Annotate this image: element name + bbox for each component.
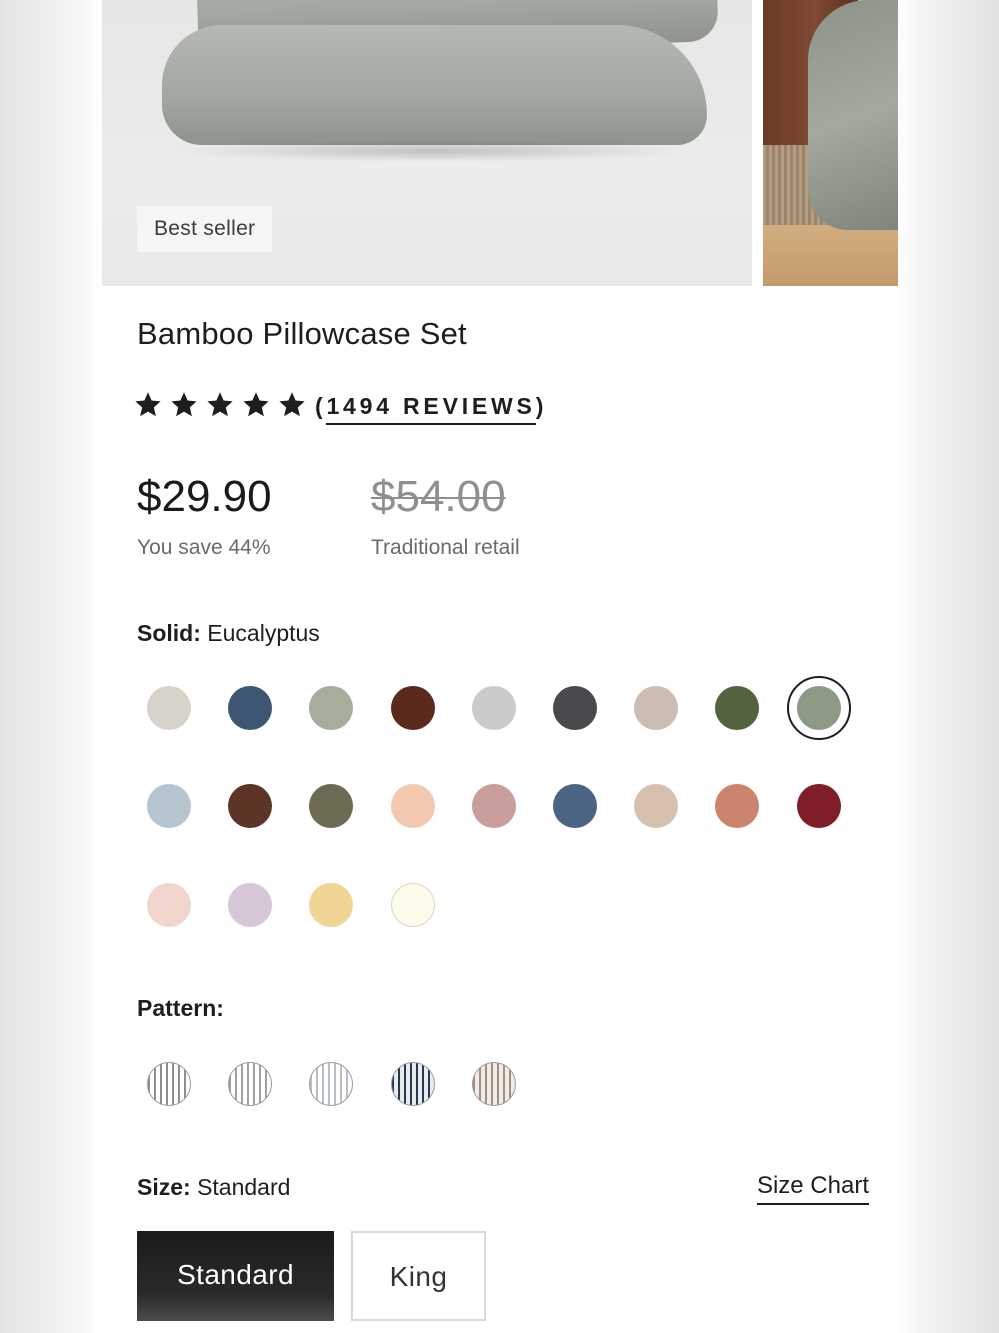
reviews-open-paren: ( [315, 392, 327, 419]
sale-price: $29.90 [137, 472, 272, 521]
color-swatch[interactable] [147, 883, 191, 927]
color-swatch[interactable] [228, 686, 273, 730]
pattern-swatch[interactable] [228, 1062, 273, 1106]
color-swatch[interactable] [228, 784, 273, 828]
product-image-2[interactable] [763, 0, 898, 286]
selected-size-name: Standard [197, 1174, 291, 1200]
selected-color-name: Eucalyptus [207, 620, 320, 646]
pillow-shadow [172, 140, 692, 162]
pattern-label-key: Pattern: [137, 995, 224, 1021]
product-page: Best seller Bamboo Pillowcase Set (1494 … [102, 0, 898, 1333]
size-chart-link[interactable]: Size Chart [756, 1172, 869, 1205]
pattern-label: Pattern: [137, 995, 224, 1022]
star-icon [205, 388, 241, 424]
pattern-swatch[interactable] [471, 1062, 516, 1106]
solid-label-key: Solid: [137, 620, 201, 646]
original-price-label: Traditional retail [371, 536, 520, 559]
color-swatch[interactable] [147, 784, 191, 828]
color-swatch[interactable] [390, 686, 435, 730]
duvet-shape [808, 0, 898, 230]
size-option-king[interactable]: King [351, 1231, 486, 1321]
star-icon [133, 388, 169, 424]
star-icon [241, 388, 277, 424]
color-swatch[interactable] [309, 686, 354, 730]
star-icon [169, 388, 205, 424]
size-label: Size: Standard [137, 1174, 290, 1201]
solid-color-label: Solid: Eucalyptus [137, 620, 320, 647]
original-price: $54.00 [371, 472, 506, 521]
pillow-bottom [162, 25, 707, 145]
color-swatch[interactable] [471, 686, 516, 730]
product-title: Bamboo Pillowcase Set [137, 316, 467, 351]
floor-shape [763, 225, 898, 286]
star-icon [277, 388, 313, 424]
color-swatch[interactable] [228, 883, 273, 927]
reviews-link[interactable]: (1494 REVIEWS) [315, 392, 548, 425]
pattern-swatch[interactable] [309, 1062, 354, 1106]
color-swatch[interactable] [634, 784, 679, 828]
color-swatch[interactable] [553, 686, 597, 730]
color-swatch[interactable] [309, 883, 354, 927]
pattern-swatch[interactable] [390, 1062, 435, 1106]
color-swatch-selected[interactable] [786, 676, 851, 740]
color-swatch[interactable] [390, 883, 435, 927]
reviews-count[interactable]: 1494 REVIEWS [326, 392, 536, 425]
size-option-standard[interactable]: Standard [137, 1231, 334, 1321]
pattern-swatch[interactable] [147, 1062, 191, 1106]
color-swatch[interactable] [715, 686, 760, 730]
color-swatch[interactable] [390, 784, 435, 828]
color-swatch[interactable] [471, 784, 516, 828]
color-swatch[interactable] [309, 784, 354, 828]
color-swatch[interactable] [715, 784, 760, 828]
reviews-close-paren: ) [535, 392, 548, 419]
product-main-image[interactable]: Best seller [102, 0, 752, 286]
color-swatch[interactable] [634, 686, 679, 730]
color-swatch[interactable] [553, 784, 597, 828]
savings-text: You save 44% [137, 536, 271, 559]
color-swatch[interactable] [796, 784, 841, 828]
size-label-key: Size: [137, 1174, 191, 1200]
color-swatch[interactable] [147, 686, 191, 730]
rating-row[interactable]: (1494 REVIEWS) [133, 386, 547, 426]
best-seller-badge: Best seller [137, 206, 273, 252]
